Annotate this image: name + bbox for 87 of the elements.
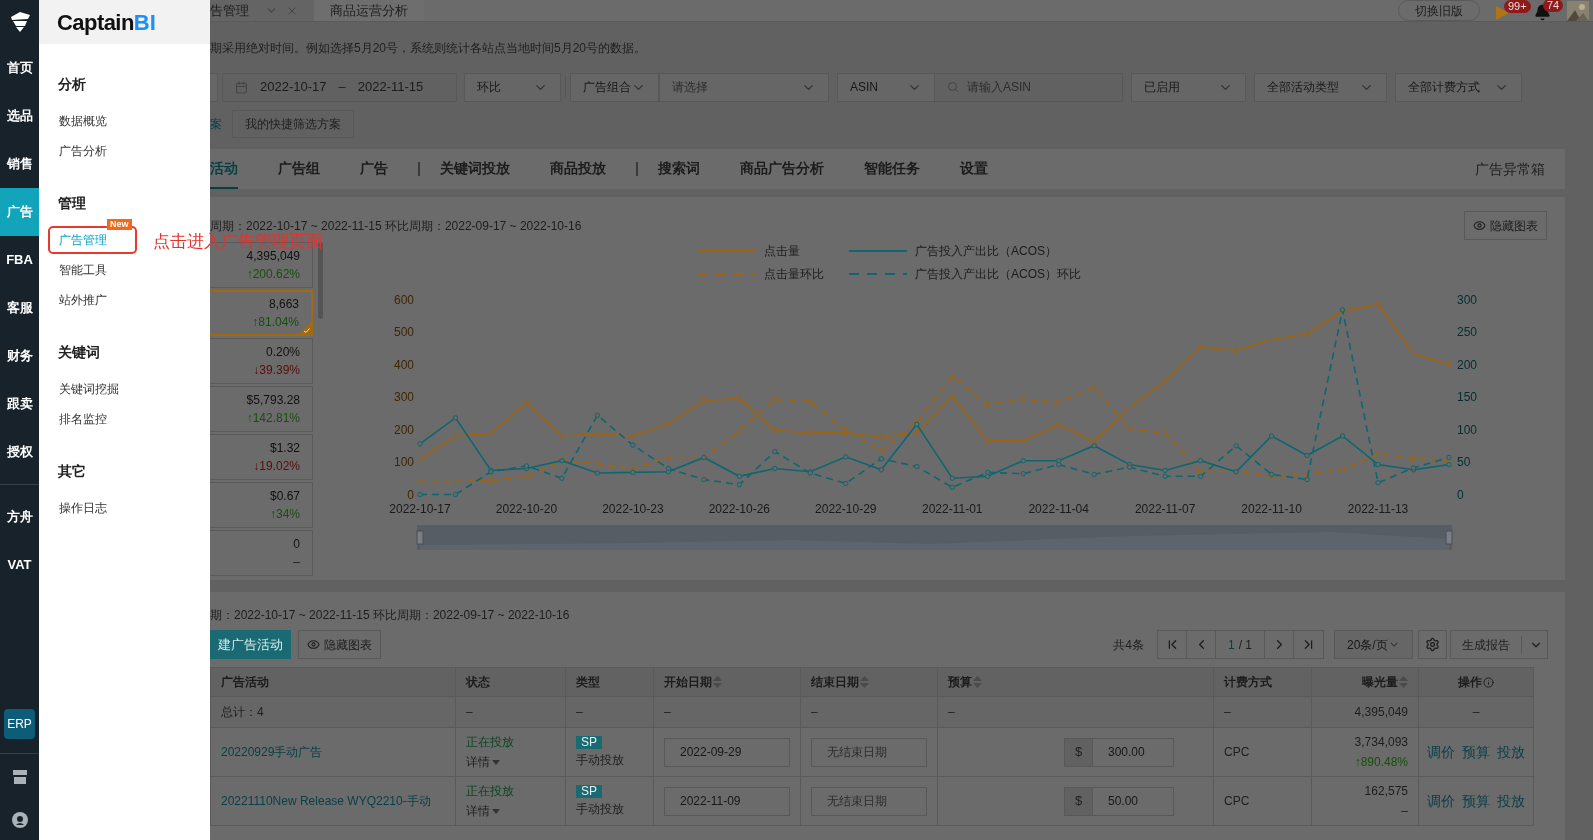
axis-label: 2022-11-07 xyxy=(1134,501,1196,516)
table-cell: – xyxy=(1224,705,1231,719)
type-badge: SP xyxy=(576,735,602,749)
metric-change: ↓39.39% xyxy=(253,362,300,379)
axis-label: 100 xyxy=(393,455,414,469)
axis-label: 250 xyxy=(1457,325,1478,339)
metric-value: 8,663 xyxy=(268,296,299,313)
axis-label: 50 xyxy=(1457,455,1471,469)
legend-label: 点击量 xyxy=(764,243,800,260)
targeting-text: 手动投放 xyxy=(576,800,624,818)
currency-addon: $ xyxy=(1065,787,1093,815)
axis-label: 0 xyxy=(1457,487,1464,502)
axis-label: 500 xyxy=(393,325,414,339)
axis-label: 300 xyxy=(393,390,414,404)
impressions-value: 162,575 xyxy=(1364,783,1408,800)
axis-label: 2022-10-23 xyxy=(602,501,664,516)
menu-group-title: 管理 xyxy=(57,194,86,213)
date-separator: – xyxy=(338,78,346,97)
column-header: 状态 xyxy=(466,674,490,691)
metric-value: $5,793.28 xyxy=(246,392,300,409)
column-header: 广告活动 xyxy=(221,674,269,691)
column-header: 类型 xyxy=(576,674,600,691)
period-text: 期：2022-10-17 ~ 2022-11-15 环比周期：2022-09-17 ~ 2022-10-16 xyxy=(210,607,570,624)
status-text: 正在投放 xyxy=(466,783,514,800)
metric-change: ↑142.81% xyxy=(246,410,300,427)
table-cell: 4,395,049 xyxy=(1354,705,1408,719)
impressions-value: 3,734,093 xyxy=(1354,734,1408,751)
metric-change: ↑81.04% xyxy=(252,314,299,331)
impressions-change: – xyxy=(1401,803,1408,820)
impressions-change: ↑890.48% xyxy=(1354,754,1408,771)
menu-group-title: 分析 xyxy=(57,75,86,94)
menu-group-title: 关键词 xyxy=(57,343,100,362)
axis-label: 2022-11-10 xyxy=(1241,501,1302,516)
axis-label: 2022-11-01 xyxy=(922,501,983,516)
metric-value: $0.67 xyxy=(269,488,300,505)
axis-label: 300 xyxy=(1457,292,1478,307)
table-cell: – xyxy=(576,705,583,719)
metric-value: 0.20% xyxy=(265,344,300,361)
legend-label: 广告投入产出比（ACOS）环比 xyxy=(915,266,1081,283)
table-cell: – xyxy=(948,705,955,719)
date-start: 2022-10-17 xyxy=(260,78,327,97)
metric-change: ↑34% xyxy=(269,506,300,523)
menu-group-title: 其它 xyxy=(57,462,86,481)
table-cell: 总计：4 xyxy=(221,705,264,719)
table-cell: – xyxy=(1472,705,1480,719)
total-count: 共4条 xyxy=(1113,636,1144,654)
period-text: 周期：2022-10-17 ~ 2022-11-15 环比周期：2022-09-17 ~ 2022-10-16 xyxy=(210,217,582,233)
table-cell: – xyxy=(811,705,818,719)
axis-label: 2022-11-13 xyxy=(1347,501,1409,516)
metric-value: 0 xyxy=(293,536,300,553)
date-end: 2022-11-15 xyxy=(357,78,424,97)
page-count: / 1 xyxy=(1238,636,1252,654)
metric-value: $1.32 xyxy=(269,440,300,457)
table-cell: – xyxy=(664,705,671,719)
axis-label: 2022-10-29 xyxy=(815,501,877,516)
metric-value: 4,395,049 xyxy=(246,249,300,265)
table-cell: CPC xyxy=(1224,745,1250,759)
table-cell: – xyxy=(466,705,473,719)
axis-label: 2022-10-20 xyxy=(495,501,558,516)
metric-change: – xyxy=(293,554,300,571)
axis-label: 600 xyxy=(393,292,414,307)
new-badge: New xyxy=(107,219,132,230)
axis-label: 200 xyxy=(1457,357,1478,372)
column-header: 计费方式 xyxy=(1224,674,1272,691)
axis-label: 100 xyxy=(1457,422,1478,437)
targeting-text: 手动投放 xyxy=(576,751,624,769)
axis-label: 150 xyxy=(1457,390,1478,404)
axis-label: 2022-11-04 xyxy=(1028,501,1089,516)
metric-change: ↓19.02% xyxy=(253,458,300,475)
notification-badge: 74 xyxy=(1543,0,1564,12)
status-text: 正在投放 xyxy=(466,734,514,751)
axis-label: 0 xyxy=(407,487,414,502)
type-badge: SP xyxy=(576,784,602,798)
axis-label: 400 xyxy=(393,357,414,372)
column-header: 操作 xyxy=(1458,674,1482,691)
metric-change: ↑200.62% xyxy=(246,266,300,283)
notice-text: 期采用绝对时间。例如选择5月20号，系统则统计各站点当地时间5月20号的数据。 xyxy=(210,40,647,57)
axis-label: 200 xyxy=(393,422,414,437)
legend-label: 点击量环比 xyxy=(764,266,824,283)
axis-label: 2022-10-17 xyxy=(389,501,451,516)
axis-label: 2022-10-26 xyxy=(708,501,771,516)
brand-logo: Captain xyxy=(57,8,134,37)
currency-addon: $ xyxy=(1065,738,1093,766)
legend-label: 广告投入产出比（ACOS） xyxy=(915,243,1057,260)
brand-logo-accent: BI xyxy=(133,8,156,37)
table-cell: CPC xyxy=(1224,794,1250,808)
notification-badge: 99+ xyxy=(1504,0,1531,13)
